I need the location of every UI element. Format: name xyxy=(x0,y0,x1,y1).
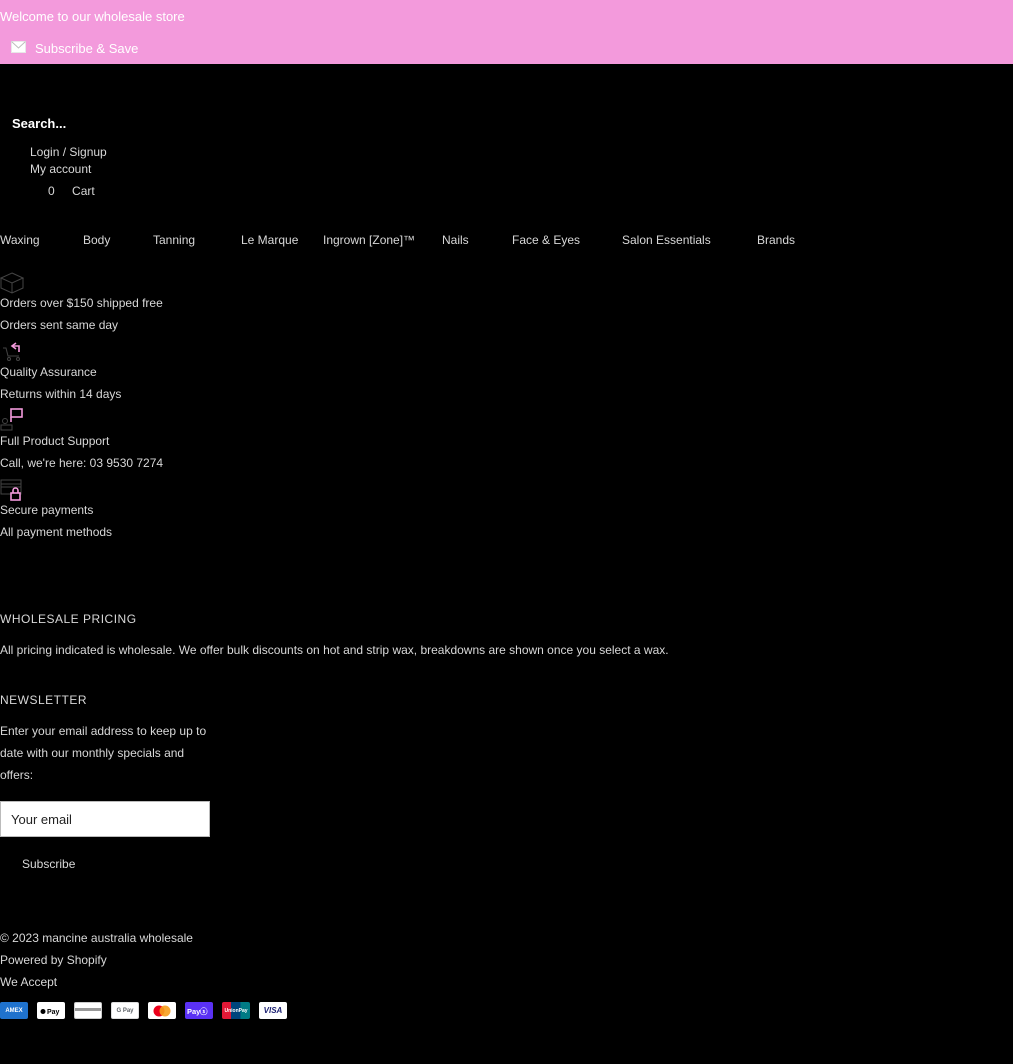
nav-item-face-eyes[interactable]: Face & Eyes xyxy=(512,233,580,247)
unionpay-icon: UnionPay xyxy=(222,1002,250,1019)
subscribe-save-link[interactable]: Subscribe & Save xyxy=(11,41,138,56)
cart-return-icon xyxy=(2,340,24,365)
email-field[interactable] xyxy=(1,802,209,836)
feature-title-support: Full Product Support xyxy=(0,434,110,448)
secure-payment-icon xyxy=(0,478,24,505)
box-icon xyxy=(0,272,25,297)
amex-icon: AMEX xyxy=(0,1002,28,1019)
feature-title-secure: Secure payments xyxy=(0,503,94,517)
newsletter-text-line2: date with our monthly specials and xyxy=(0,746,185,760)
apple-pay-icon: Pay xyxy=(37,1002,65,1019)
newsletter-heading: NEWSLETTER xyxy=(0,693,88,707)
visa-icon: VISA xyxy=(259,1002,287,1019)
wholesale-pricing-heading: WHOLESALE PRICING xyxy=(0,612,137,626)
announcement-bar: Welcome to our wholesale store Subscribe… xyxy=(0,0,1013,64)
feature-subtitle-returns: Returns within 14 days xyxy=(0,387,122,401)
feature-subtitle-shipping: Orders sent same day xyxy=(0,318,119,332)
svg-text:ⓢ: ⓢ xyxy=(200,1006,208,1016)
subscribe-button[interactable]: Subscribe xyxy=(22,857,75,871)
wholesale-pricing-text: All pricing indicated is wholesale. We o… xyxy=(0,643,669,657)
cart-count: 0 xyxy=(48,184,55,198)
feature-subtitle-payments: All payment methods xyxy=(0,525,113,539)
nav-item-nails[interactable]: Nails xyxy=(442,233,469,247)
envelope-icon xyxy=(11,41,26,56)
nav-item-tanning[interactable]: Tanning xyxy=(153,233,195,247)
we-accept-label: We Accept xyxy=(0,975,58,989)
email-field-wrapper xyxy=(0,801,210,837)
nav-item-brands[interactable]: Brands xyxy=(757,233,795,247)
nav-item-waxing[interactable]: Waxing xyxy=(0,233,40,247)
payment-icons: AMEX Pay G Pay Pay ⓢ UnionPay VISA xyxy=(0,1002,287,1019)
powered-by-link[interactable]: Powered by Shopify xyxy=(0,953,107,967)
feature-subtitle-phone: Call, we're here: 03 9530 7274 xyxy=(0,456,164,470)
search-input[interactable]: Search... xyxy=(12,116,66,131)
support-icon xyxy=(0,408,24,435)
diners-icon xyxy=(74,1002,102,1019)
nav-item-ingrown-zone[interactable]: Ingrown [Zone]™ xyxy=(323,233,415,247)
main-nav: Waxing Body Tanning Le Marque Ingrown [Z… xyxy=(0,233,1013,249)
feature-title-shipping: Orders over $150 shipped free xyxy=(0,296,163,310)
google-pay-icon: G Pay xyxy=(111,1002,139,1019)
nav-item-body[interactable]: Body xyxy=(83,233,110,247)
nav-item-salon-essentials[interactable]: Salon Essentials xyxy=(622,233,711,247)
welcome-text: Welcome to our wholesale store xyxy=(0,9,185,24)
my-account-link[interactable]: My account xyxy=(30,162,91,176)
login-signup-link[interactable]: Login / Signup xyxy=(30,145,107,159)
feature-title-quality: Quality Assurance xyxy=(0,365,97,379)
subscribe-save-label: Subscribe & Save xyxy=(35,41,139,56)
newsletter-text-line1: Enter your email address to keep up to xyxy=(0,724,207,738)
svg-text:Pay: Pay xyxy=(47,1009,60,1016)
cart-link[interactable]: 0 Cart xyxy=(48,184,95,198)
cart-label: Cart xyxy=(72,184,95,198)
mastercard-icon xyxy=(148,1002,176,1019)
shop-pay-icon: Pay ⓢ xyxy=(185,1002,213,1019)
newsletter-text-line3: offers: xyxy=(0,768,34,782)
copyright-text: © 2023 mancine australia wholesale xyxy=(0,931,193,945)
nav-item-le-marque[interactable]: Le Marque xyxy=(241,233,298,247)
